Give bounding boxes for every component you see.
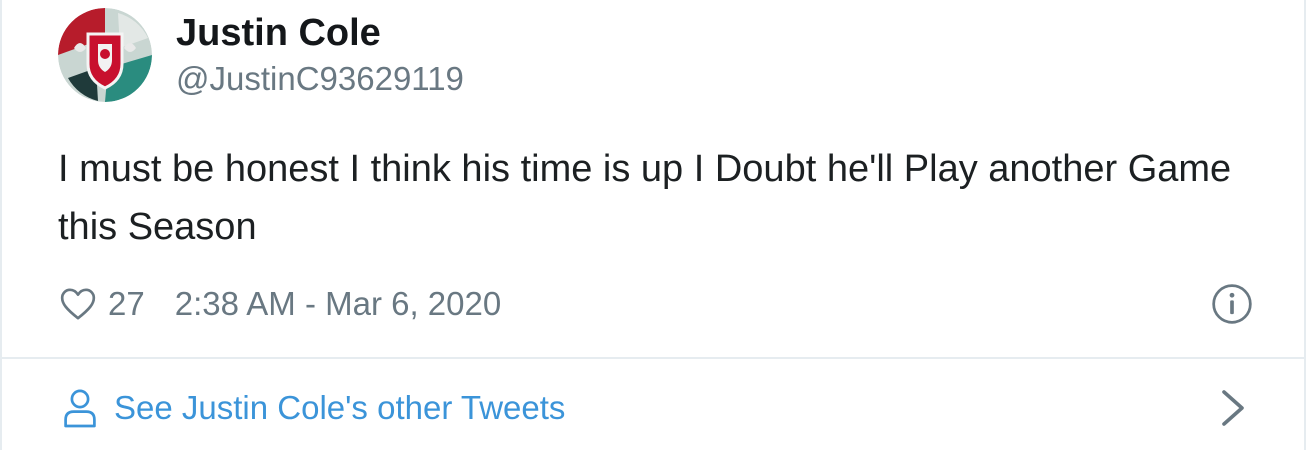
author-name[interactable]: Justin Cole — [176, 12, 381, 55]
chevron-right-icon[interactable] — [1216, 388, 1250, 428]
tweet-text: I must be honest I think his time is up … — [58, 148, 1232, 248]
author-handle[interactable]: @JustinC93629119 — [176, 60, 464, 98]
see-other-tweets-label[interactable]: See Justin Cole's other Tweets — [114, 389, 565, 427]
divider — [2, 357, 1304, 359]
avatar-image — [58, 8, 152, 102]
avatar[interactable] — [58, 8, 152, 102]
like-count: 27 — [108, 285, 145, 322]
heart-icon[interactable] — [58, 284, 98, 324]
see-other-tweets-link[interactable]: See Justin Cole's other Tweets — [62, 386, 565, 430]
tweet-timestamp[interactable]: 2:38 AM - Mar 6, 2020 — [175, 285, 502, 323]
tweet-meta: 27 2:38 AM - Mar 6, 2020 — [58, 282, 501, 326]
tweet-card: Justin Cole @JustinC93629119 I must be h… — [0, 0, 1306, 450]
info-icon[interactable] — [1210, 282, 1254, 326]
person-icon — [64, 389, 96, 428]
